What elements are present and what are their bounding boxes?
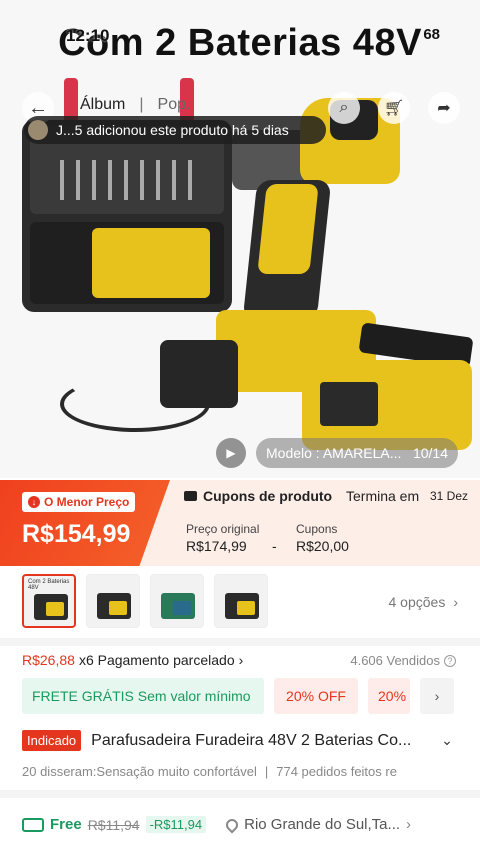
chevron-right-icon: ›	[434, 688, 440, 704]
chevron-right-icon: ›	[238, 652, 244, 668]
search-icon: ⌕	[339, 99, 349, 116]
cart-button[interactable]: 🛒︎	[378, 92, 410, 124]
free-shipping-chip[interactable]: FRETE GRÁTIS Sem valor mínimo	[22, 678, 264, 714]
drill-bit	[76, 160, 80, 200]
sold-count: 4.606 Vendidos ?	[350, 653, 456, 668]
installment-info[interactable]: R$26,88 x6 Pagamento parcelado ›	[22, 652, 243, 668]
options-count: 4 opções	[388, 594, 446, 610]
review-separator: |	[264, 764, 269, 779]
product-title-row[interactable]: Indicado Parafusadeira Furadeira 48V 2 B…	[22, 730, 460, 751]
down-arrow-icon: ↓	[28, 496, 40, 508]
product-title: Parafusadeira Furadeira 48V 2 Baterias C…	[91, 731, 412, 749]
review-snippet: 20 disseram:Sensação muito confortável	[22, 764, 257, 779]
orders-count: 774 pedidos feitos re	[276, 764, 397, 779]
coupons-label: Cupons	[296, 522, 338, 536]
chevron-right-icon: ›	[406, 816, 412, 833]
discount-chip[interactable]: 20% OFF	[274, 678, 358, 714]
chevron-right-icon: ›	[453, 594, 458, 610]
divider	[0, 790, 480, 798]
drill-bit	[124, 160, 128, 200]
lowest-price-badge: ↓ O Menor Preço	[22, 492, 136, 512]
status-time: 12:10	[66, 26, 110, 45]
avatar	[28, 120, 48, 140]
thumb-drill	[237, 601, 255, 615]
original-price-label: Preço original	[186, 522, 260, 536]
shipping-old-price: R$11,94	[87, 816, 140, 833]
model-label: Modelo : AMARELA...	[266, 445, 402, 461]
gallery-tabs: Álbum | Pop.	[80, 96, 190, 114]
shipping-free: Free	[50, 816, 82, 833]
product-image-gallery[interactable]: Com 2 Baterias 48V 12:10 68 ← Álbum | Po…	[0, 0, 480, 478]
ticket-icon	[184, 491, 197, 501]
variant-thumb-4[interactable]	[214, 574, 268, 628]
ends-label: Termina em	[346, 488, 420, 504]
variant-options-link[interactable]: 4 opções ›	[389, 594, 459, 610]
charger-image	[160, 340, 238, 408]
coupons-title: Cupons de produto	[203, 488, 333, 504]
review-summary[interactable]: 20 disseram:Sensação muito confortável |…	[22, 764, 458, 779]
share-button[interactable]: ➦	[428, 92, 460, 124]
truck-icon	[22, 817, 44, 832]
chevron-down-icon[interactable]: ⌄	[441, 732, 453, 749]
installment-price: R$26,88	[22, 652, 75, 668]
image-counter: 10/14	[412, 445, 448, 461]
promo-chips: FRETE GRÁTIS Sem valor mínimo 20% OFF 20…	[22, 678, 454, 714]
play-icon: ▶	[226, 446, 236, 460]
variant-thumb-2[interactable]	[86, 574, 140, 628]
social-proof-toast: J...5 adicionou este produto há 5 dias	[24, 116, 326, 144]
variant-thumb-1[interactable]: Com 2 Baterias 48V	[22, 574, 76, 628]
shipping-discount: -R$11,94	[145, 816, 207, 833]
shipping-row[interactable]: Free R$11,94 -R$11,94 Rio Grande do Sul,…	[22, 816, 458, 833]
drill-bit	[60, 160, 64, 200]
help-icon[interactable]: ?	[444, 654, 456, 667]
toast-text: J...5 adicionou este produto há 5 dias	[56, 122, 289, 138]
drill-bit	[156, 160, 160, 200]
battery-status: 68	[423, 26, 440, 43]
search-button[interactable]: ⌕	[328, 92, 360, 124]
ends-date: 31 Dez	[430, 489, 469, 503]
original-price-value: R$174,99	[186, 538, 247, 554]
installment-text: x6 Pagamento parcelado	[78, 652, 235, 668]
thumb-drill	[46, 602, 64, 616]
thumb-drill	[109, 601, 127, 615]
battery-label	[320, 382, 378, 426]
drill-bit	[92, 160, 96, 200]
share-icon: ➦	[437, 100, 451, 117]
current-price: R$154,99	[22, 520, 131, 548]
variant-thumbnails: Com 2 Baterias 48V	[22, 574, 268, 628]
play-video-button[interactable]: ▶	[216, 438, 246, 468]
tab-separator: |	[139, 96, 144, 113]
header-actions: ⌕ 🛒︎ ➦	[328, 92, 460, 124]
case-drill-image	[92, 228, 210, 298]
recommended-tag: Indicado	[22, 730, 82, 751]
coupons-heading[interactable]: Cupons de produto	[184, 488, 332, 504]
drill-bit	[108, 160, 112, 200]
lowest-price-label: O Menor Preço	[44, 495, 130, 509]
variant-thumb-3[interactable]	[150, 574, 204, 628]
divider	[0, 638, 480, 646]
model-selector-pill[interactable]: Modelo : AMARELA... 10/14	[256, 438, 458, 468]
drill-bit	[172, 160, 176, 200]
minus-sign: -	[272, 538, 277, 554]
location-pin-icon	[223, 816, 241, 833]
more-promos-button[interactable]: ›	[420, 678, 454, 714]
shipping-location: Rio Grande do Sul,Ta...	[244, 816, 401, 833]
cart-icon: 🛒︎	[383, 100, 405, 117]
coupons-value: R$20,00	[296, 538, 349, 554]
sold-text: 4.606 Vendidos	[350, 653, 440, 668]
drill-bit	[140, 160, 144, 200]
drill-grip-accent	[257, 184, 319, 274]
tab-popular[interactable]: Pop.	[158, 96, 191, 114]
discount-chip-2[interactable]: 20%	[368, 678, 410, 714]
thumb-drill	[173, 601, 191, 615]
thumb-caption: Com 2 Baterias 48V	[28, 579, 70, 591]
tab-album[interactable]: Álbum	[80, 96, 125, 114]
drill-bit	[188, 160, 192, 200]
